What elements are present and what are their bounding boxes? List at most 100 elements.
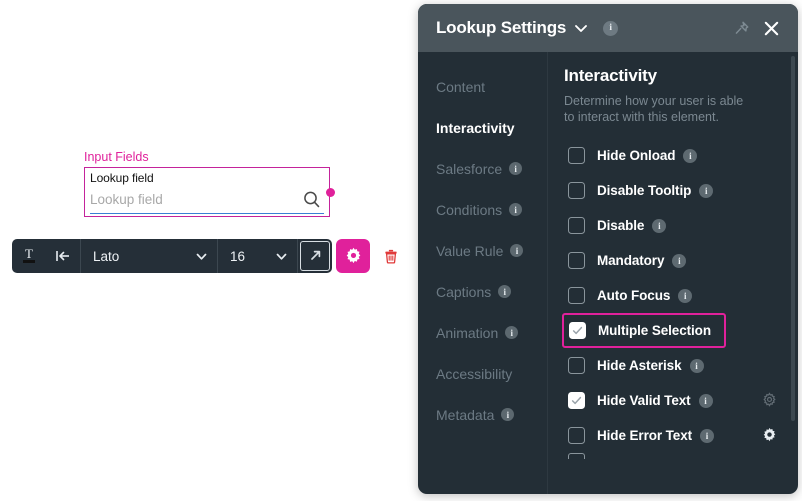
panel-content: Interactivity Determine how your user is…: [548, 52, 798, 494]
option-label: Hide Button: [597, 453, 672, 459]
nav-item-content[interactable]: Content: [436, 66, 547, 107]
panel-body: Content Interactivity Salesforce i Condi…: [418, 52, 798, 494]
info-icon[interactable]: i: [652, 218, 667, 233]
checkbox[interactable]: [568, 147, 585, 164]
text-color-button[interactable]: T: [12, 239, 46, 273]
option-auto-focus[interactable]: Auto Focus i: [564, 278, 798, 313]
option-label: Hide Error Text: [597, 428, 693, 443]
group-label: Input Fields: [84, 150, 149, 164]
check-icon: [571, 396, 582, 405]
option-mandatory[interactable]: Mandatory i: [564, 243, 798, 278]
content-subtitle: Determine how your user is able to inter…: [564, 94, 744, 124]
indent-left-icon: [56, 251, 69, 261]
font-family-value: Lato: [93, 248, 120, 264]
checkbox[interactable]: [568, 252, 585, 269]
info-icon[interactable]: i: [689, 358, 704, 373]
nav-label: Content: [436, 78, 486, 95]
info-icon[interactable]: i: [510, 244, 524, 257]
check-icon: [572, 326, 583, 335]
info-icon[interactable]: i: [699, 183, 714, 198]
chevron-down-icon[interactable]: [573, 20, 589, 36]
nav-item-animation[interactable]: Animation i: [436, 312, 547, 353]
checkbox[interactable]: [568, 453, 585, 459]
info-icon[interactable]: i: [509, 162, 523, 175]
nav-item-interactivity[interactable]: Interactivity: [436, 107, 547, 148]
info-icon[interactable]: i: [678, 288, 693, 303]
option-label: Disable: [597, 218, 645, 233]
info-icon[interactable]: i: [505, 326, 519, 339]
info-icon[interactable]: i: [683, 148, 698, 163]
info-icon[interactable]: i: [498, 285, 512, 298]
svg-text:T: T: [25, 246, 33, 261]
nav-label: Conditions: [436, 201, 503, 218]
nav-label: Value Rule: [436, 242, 504, 259]
lookup-field-input[interactable]: Lookup field: [90, 189, 324, 214]
external-link-icon: [300, 241, 330, 271]
info-icon[interactable]: i: [509, 203, 523, 216]
nav-label: Animation: [436, 324, 499, 341]
gear-icon[interactable]: [760, 392, 778, 410]
resize-handle-right[interactable]: [325, 187, 335, 197]
checkbox[interactable]: [568, 392, 585, 409]
close-icon[interactable]: [758, 15, 784, 41]
option-disable[interactable]: Disable i: [564, 208, 798, 243]
font-family-select[interactable]: Lato: [81, 239, 217, 273]
nav-item-salesforce[interactable]: Salesforce i: [436, 148, 547, 189]
checkbox[interactable]: [568, 217, 585, 234]
option-hide-asterisk[interactable]: Hide Asterisk i: [564, 348, 798, 383]
option-label: Disable Tooltip: [597, 183, 692, 198]
nav-item-conditions[interactable]: Conditions i: [436, 189, 547, 230]
nav-item-accessibility[interactable]: Accessibility: [436, 353, 547, 394]
expand-button[interactable]: [298, 239, 332, 273]
text-color-icon: T: [23, 246, 35, 263]
chevron-down-icon: [195, 250, 208, 263]
option-hide-valid-text[interactable]: Hide Valid Text i: [564, 383, 798, 418]
info-icon[interactable]: i: [501, 408, 515, 421]
info-icon[interactable]: i: [672, 253, 687, 268]
option-label: Hide Onload: [597, 148, 676, 163]
option-disable-tooltip[interactable]: Disable Tooltip i: [564, 173, 798, 208]
info-icon[interactable]: i: [603, 20, 619, 36]
font-size-value: 16: [230, 248, 246, 264]
trash-icon: [385, 249, 397, 264]
nav-label: Captions: [436, 283, 492, 300]
panel-title: Lookup Settings: [436, 18, 567, 37]
option-label: Mandatory: [597, 253, 665, 268]
nav-item-captions[interactable]: Captions i: [436, 271, 547, 312]
checkbox[interactable]: [568, 182, 585, 199]
checkbox[interactable]: [569, 322, 586, 339]
selected-element-box[interactable]: Lookup field Lookup field: [84, 167, 335, 217]
input-fields-group[interactable]: Input Fields Lookup field Lookup field: [84, 150, 335, 217]
checkbox[interactable]: [568, 427, 585, 444]
info-icon[interactable]: i: [698, 393, 713, 408]
gear-icon[interactable]: [760, 427, 778, 445]
search-icon[interactable]: [302, 190, 322, 210]
toolbar-main-group: T Lato 16: [12, 239, 332, 273]
element-settings-button[interactable]: [336, 239, 370, 273]
checkbox[interactable]: [568, 287, 585, 304]
panel-nav[interactable]: Content Interactivity Salesforce i Condi…: [418, 52, 548, 494]
interactivity-options-list: Hide Onload i Disable Tooltip i Disable …: [562, 138, 798, 469]
design-canvas[interactable]: Input Fields Lookup field Lookup field T: [0, 0, 418, 501]
element-toolbar[interactable]: T Lato 16: [12, 239, 408, 273]
panel-scrollbar[interactable]: [791, 56, 795, 421]
option-hide-onload[interactable]: Hide Onload i: [564, 138, 798, 173]
option-multiple-selection[interactable]: Multiple Selection: [562, 313, 726, 348]
option-row-partial[interactable]: Hide Button: [564, 453, 798, 469]
field-caption: Lookup field: [90, 171, 154, 185]
font-size-select[interactable]: 16: [218, 239, 297, 273]
checkbox[interactable]: [568, 357, 585, 374]
nav-item-value-rule[interactable]: Value Rule i: [436, 230, 547, 271]
lookup-placeholder: Lookup field: [90, 192, 163, 207]
delete-element-button[interactable]: [374, 239, 408, 273]
option-label: Hide Valid Text: [597, 393, 691, 408]
info-icon[interactable]: i: [700, 428, 715, 443]
option-hide-error-text[interactable]: Hide Error Text i: [564, 418, 798, 453]
gear-icon: [346, 247, 360, 263]
nav-label: Salesforce: [436, 160, 503, 177]
chevron-down-icon: [275, 250, 288, 263]
indent-button[interactable]: [46, 239, 80, 273]
pin-icon[interactable]: [728, 15, 754, 41]
nav-item-metadata[interactable]: Metadata i: [436, 394, 547, 435]
lookup-settings-panel[interactable]: Lookup Settings i Content Interactivity …: [418, 4, 798, 494]
